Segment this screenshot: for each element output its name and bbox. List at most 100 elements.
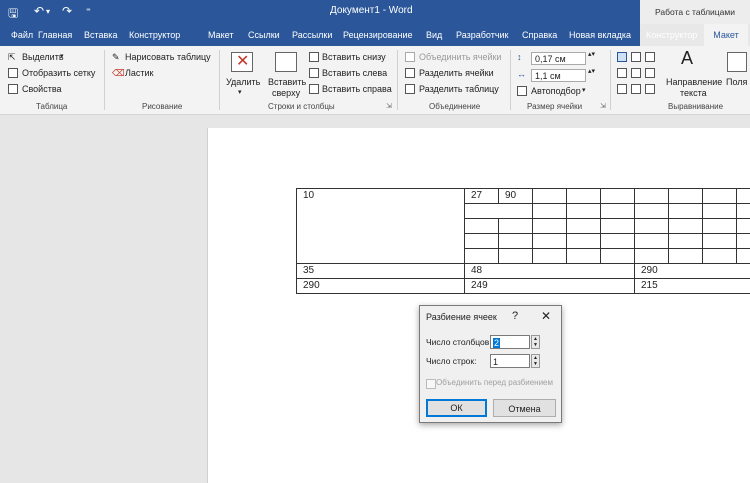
tab-file[interactable]: Файл xyxy=(9,24,35,46)
delete-button[interactable]: Удалить xyxy=(226,77,260,87)
dialog-launcher-icon[interactable]: ⇲ xyxy=(600,102,606,110)
undo-dropdown-icon[interactable]: ▾ xyxy=(46,7,50,16)
properties-button[interactable]: Свойства xyxy=(22,84,62,94)
cell-text: 290 xyxy=(641,265,658,276)
table-gridline xyxy=(532,188,533,264)
cell-text: 35 xyxy=(303,265,315,276)
properties-icon xyxy=(8,84,18,94)
align-top-center-icon[interactable] xyxy=(631,52,641,62)
cell-text: 90 xyxy=(505,190,517,201)
insert-above-button[interactable]: Вставить xyxy=(268,77,306,87)
align-bottom-left-icon[interactable] xyxy=(617,84,627,94)
table-cell[interactable]: 27 xyxy=(464,188,499,204)
ok-button[interactable]: ОК xyxy=(426,399,487,417)
tab-review[interactable]: Рецензирование xyxy=(341,24,415,46)
split-cells-button[interactable]: Разделить ячейки xyxy=(419,68,494,78)
cell-text: 249 xyxy=(471,280,488,291)
insert-left-button[interactable]: Вставить слева xyxy=(322,68,387,78)
insert-below-button[interactable]: Вставить снизу xyxy=(322,52,386,62)
table-cell[interactable]: 48 xyxy=(464,263,635,279)
split-table-icon xyxy=(405,84,415,94)
column-width-spinner-icon[interactable]: ▴▾ xyxy=(588,67,595,75)
columns-input[interactable]: 2 xyxy=(490,335,530,349)
tab-design[interactable]: Конструктор xyxy=(127,24,182,46)
group-separator xyxy=(510,50,511,110)
align-middle-right-icon[interactable] xyxy=(645,68,655,78)
align-bottom-center-icon[interactable] xyxy=(631,84,641,94)
columns-label: Число столбцов: xyxy=(426,337,492,347)
merge-before-split-checkbox[interactable] xyxy=(426,379,436,389)
align-middle-center-icon[interactable] xyxy=(631,68,641,78)
tab-new[interactable]: Новая вкладка xyxy=(567,24,633,46)
draw-table-button[interactable]: Нарисовать таблицу xyxy=(125,52,211,62)
merge-cells-icon xyxy=(405,52,415,62)
table-cell[interactable]: 90 xyxy=(498,188,533,204)
delete-dropdown-icon: ▾ xyxy=(238,89,242,96)
tab-developer[interactable]: Разработчик xyxy=(454,24,510,46)
tab-references[interactable]: Ссылки xyxy=(246,24,282,46)
table-cell[interactable]: 35 xyxy=(296,263,465,279)
tab-table-layout[interactable]: Макет xyxy=(704,24,748,46)
customize-qat-icon[interactable]: ⁼ xyxy=(86,6,91,17)
close-button[interactable]: ✕ xyxy=(541,309,551,323)
cell-text: 10 xyxy=(303,190,315,201)
merge-cells-button[interactable]: Объединить ячейки xyxy=(419,52,501,62)
tab-insert[interactable]: Вставка xyxy=(82,24,119,46)
table-cell[interactable]: 10 xyxy=(296,188,465,264)
row-height-input[interactable]: 0,17 см xyxy=(531,52,586,65)
table-gridline xyxy=(464,233,750,234)
split-cells-icon xyxy=(405,68,415,78)
table-gridline xyxy=(296,188,750,189)
table-gridline xyxy=(464,203,750,204)
dialog-launcher-icon[interactable]: ⇲ xyxy=(386,102,392,110)
align-bottom-right-icon[interactable] xyxy=(645,84,655,94)
align-top-right-icon[interactable] xyxy=(645,52,655,62)
row-height-icon: ↕ xyxy=(517,52,522,62)
table-cell[interactable]: 215 xyxy=(634,278,750,294)
align-top-left-icon[interactable] xyxy=(617,52,627,62)
rows-input[interactable]: 1 xyxy=(490,354,530,368)
help-button[interactable]: ? xyxy=(512,310,518,322)
cancel-button[interactable]: Отмена xyxy=(493,399,556,417)
cell-margins-icon xyxy=(727,52,747,72)
insert-right-button[interactable]: Вставить справа xyxy=(322,84,392,94)
table-gridline xyxy=(566,188,567,264)
eraser-button[interactable]: Ластик xyxy=(125,68,154,78)
rows-label: Число строк: xyxy=(426,356,477,366)
tab-mailings[interactable]: Рассылки xyxy=(290,24,334,46)
tab-table-design[interactable]: Конструктор xyxy=(644,24,699,46)
document-title: Документ1 - Word xyxy=(330,5,413,16)
table-cell[interactable]: 249 xyxy=(464,278,635,294)
rows-spinner-icon[interactable]: ▲ ▼ xyxy=(531,354,540,368)
table-gridline xyxy=(464,248,750,249)
row-height-spinner-icon[interactable]: ▴▾ xyxy=(588,50,595,58)
insert-left-icon xyxy=(309,68,319,78)
insert-above-icon xyxy=(275,52,297,72)
cell-margins-button[interactable]: Поля xyxy=(726,77,747,87)
ribbon-tabs: Файл Главная Вставка Конструктор Макет С… xyxy=(0,24,750,46)
cell-text: 27 xyxy=(471,190,483,201)
select-button[interactable]: Выделить xyxy=(22,52,64,62)
undo-icon[interactable]: ↶ xyxy=(34,4,44,18)
delete-table-icon: ✕ xyxy=(231,52,253,72)
select-icon: ⇱ xyxy=(8,52,16,62)
columns-spinner-icon[interactable]: ▲ ▼ xyxy=(531,335,540,349)
show-grid-button[interactable]: Отобразить сетку xyxy=(22,68,95,78)
save-icon[interactable]: 🖫 xyxy=(8,4,18,25)
autofit-button[interactable]: Автоподбор xyxy=(531,86,581,96)
tab-help[interactable]: Справка xyxy=(520,24,559,46)
merge-before-split-label: Объединить перед разбиением xyxy=(436,378,554,387)
split-table-button[interactable]: Разделить таблицу xyxy=(419,84,499,94)
table-cell[interactable]: 290 xyxy=(634,263,750,279)
group-label-merge: Объединение xyxy=(429,102,481,111)
column-width-input[interactable]: 1,1 см xyxy=(531,69,586,82)
tab-layout[interactable]: Макет xyxy=(206,24,235,46)
dialog-title: Разбиение ячеек xyxy=(426,312,497,322)
tab-view[interactable]: Вид xyxy=(424,24,444,46)
insert-right-icon xyxy=(309,84,319,94)
text-direction-button[interactable]: Направление xyxy=(666,77,722,87)
table-cell[interactable]: 290 xyxy=(296,278,465,294)
redo-icon[interactable]: ↷ xyxy=(62,4,72,18)
align-middle-left-icon[interactable] xyxy=(617,68,627,78)
tab-home[interactable]: Главная xyxy=(36,24,74,46)
